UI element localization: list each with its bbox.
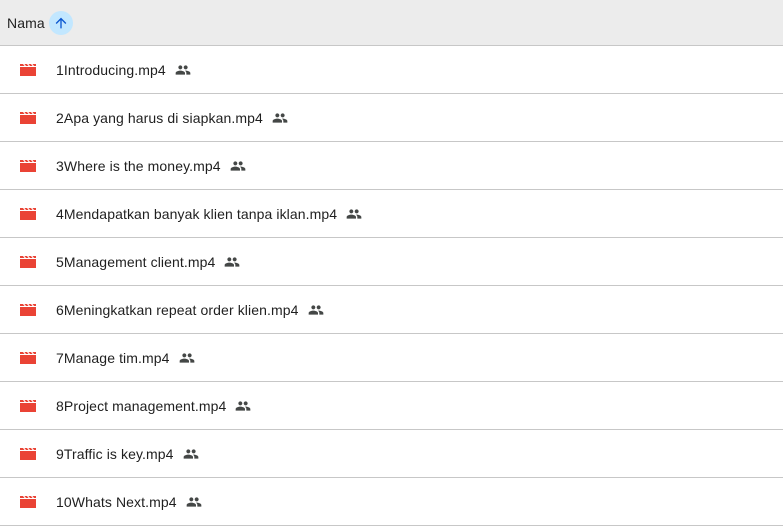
- file-row[interactable]: 8Project management.mp4: [0, 382, 783, 430]
- video-file-icon: [19, 301, 37, 319]
- file-row[interactable]: 4Mendapatkan banyak klien tanpa iklan.mp…: [0, 190, 783, 238]
- file-name[interactable]: 10Whats Next.mp4: [56, 494, 177, 510]
- people-icon: [175, 62, 191, 78]
- video-file-icon: [19, 253, 37, 271]
- file-row[interactable]: 10Whats Next.mp4: [0, 478, 783, 526]
- file-name[interactable]: 5Management client.mp4: [56, 254, 215, 270]
- people-icon: [183, 446, 199, 462]
- people-icon: [308, 302, 324, 318]
- file-name[interactable]: 1Introducing.mp4: [56, 62, 166, 78]
- people-icon: [272, 110, 288, 126]
- people-icon: [179, 350, 195, 366]
- video-file-icon: [19, 445, 37, 463]
- file-name[interactable]: 8Project management.mp4: [56, 398, 226, 414]
- people-icon: [224, 254, 240, 270]
- video-file-icon: [19, 349, 37, 367]
- file-name[interactable]: 2Apa yang harus di siapkan.mp4: [56, 110, 263, 126]
- video-file-icon: [19, 61, 37, 79]
- file-row[interactable]: 2Apa yang harus di siapkan.mp4: [0, 94, 783, 142]
- arrow-up-icon: [55, 17, 67, 28]
- list-header: Nama: [0, 0, 783, 46]
- file-name[interactable]: 6Meningkatkan repeat order klien.mp4: [56, 302, 299, 318]
- people-icon: [346, 206, 362, 222]
- file-list: Nama 1Introducing.mp4 2Apa yang harus di…: [0, 0, 783, 528]
- people-icon: [230, 158, 246, 174]
- name-column-header[interactable]: Nama: [7, 15, 45, 31]
- file-row[interactable]: 9Traffic is key.mp4: [0, 430, 783, 478]
- file-name[interactable]: 3Where is the money.mp4: [56, 158, 221, 174]
- video-file-icon: [19, 493, 37, 511]
- video-file-icon: [19, 157, 37, 175]
- file-name[interactable]: 9Traffic is key.mp4: [56, 446, 174, 462]
- sort-ascending-button[interactable]: [48, 10, 73, 35]
- file-rows: 1Introducing.mp4 2Apa yang harus di siap…: [0, 46, 783, 526]
- file-row[interactable]: 5Management client.mp4: [0, 238, 783, 286]
- file-name[interactable]: 4Mendapatkan banyak klien tanpa iklan.mp…: [56, 206, 337, 222]
- video-file-icon: [19, 205, 37, 223]
- people-icon: [186, 494, 202, 510]
- file-row[interactable]: 3Where is the money.mp4: [0, 142, 783, 190]
- video-file-icon: [19, 397, 37, 415]
- file-name[interactable]: 7Manage tim.mp4: [56, 350, 170, 366]
- people-icon: [235, 398, 251, 414]
- video-file-icon: [19, 109, 37, 127]
- file-row[interactable]: 7Manage tim.mp4: [0, 334, 783, 382]
- file-row[interactable]: 1Introducing.mp4: [0, 46, 783, 94]
- file-row[interactable]: 6Meningkatkan repeat order klien.mp4: [0, 286, 783, 334]
